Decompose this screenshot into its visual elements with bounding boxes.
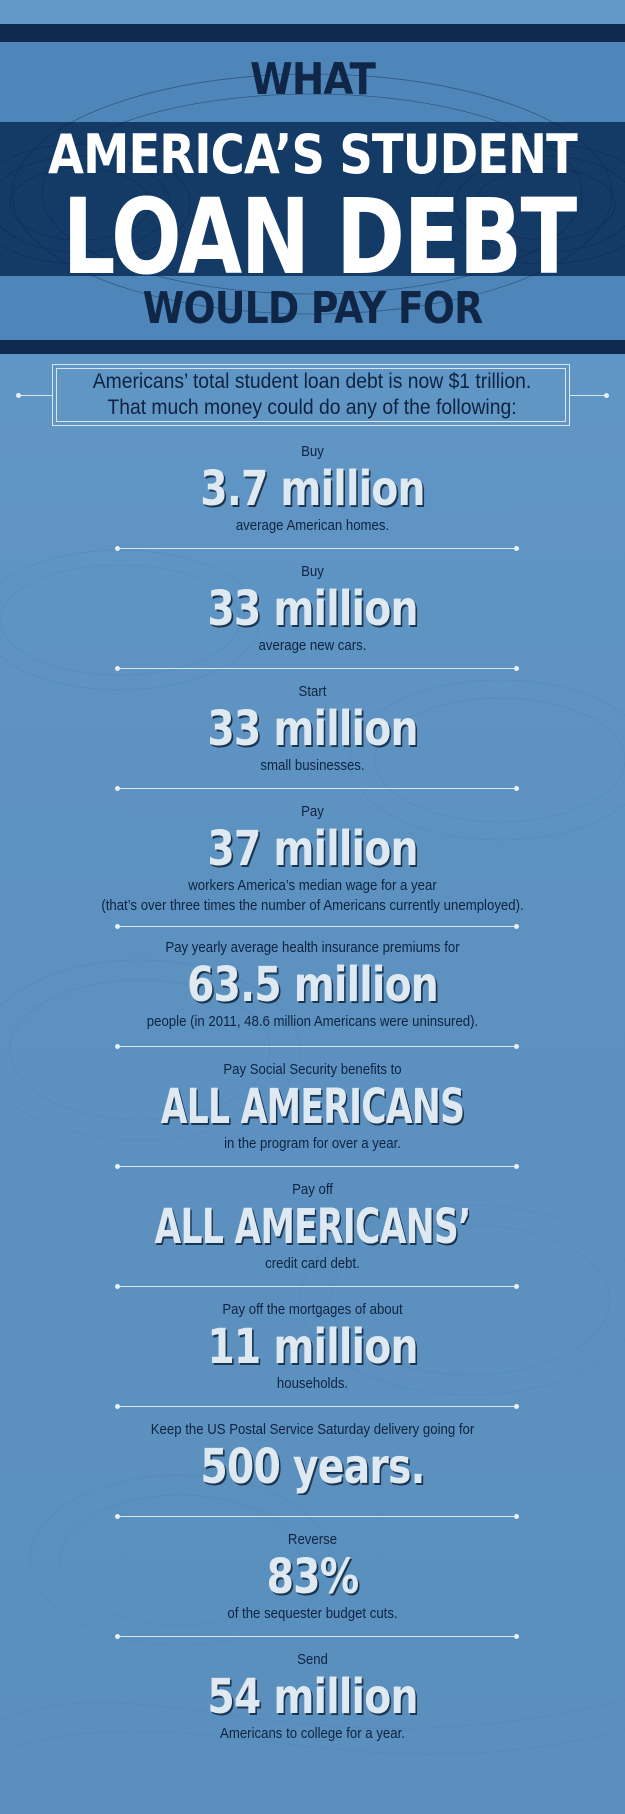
- title-line-would-pay-for: WOULD PAY FOR: [142, 283, 484, 334]
- title-line-what: WHAT: [250, 54, 376, 105]
- fact-post-note: (that’s over three times the number of A…: [101, 897, 524, 914]
- fact-item-businesses: Start 33 million small businesses.: [40, 682, 585, 776]
- title-line-loan-debt: LOAN DEBT: [62, 176, 578, 298]
- fact-post: small businesses.: [260, 757, 365, 774]
- fact-post: workers America’s median wage for a year: [188, 877, 437, 894]
- fact-pre: Pay off the mortgages of about: [222, 1301, 403, 1318]
- fact-post: Americans to college for a year.: [220, 1725, 405, 1742]
- fact-figure: 500 years.: [200, 1439, 425, 1495]
- fact-item-credit-card: Pay off ALL AMERICANS’ credit card debt.: [40, 1180, 585, 1274]
- divider: [115, 1284, 519, 1289]
- fact-figure: ALL AMERICANS’: [154, 1199, 471, 1255]
- intro-line-2: That much money could do any of the foll…: [107, 396, 517, 419]
- fact-pre: Pay off: [292, 1181, 333, 1198]
- fact-figure: 11 million: [207, 1319, 418, 1375]
- intro-box: Americans’ total student loan debt is no…: [52, 364, 570, 426]
- fact-post: in the program for over a year.: [224, 1135, 401, 1152]
- fact-item-sequester: Reverse 83% of the sequester budget cuts…: [40, 1530, 585, 1624]
- fact-item-college: Send 54 million Americans to college for…: [40, 1650, 585, 1744]
- divider: [115, 1164, 519, 1169]
- fact-figure: 33 million: [207, 701, 418, 757]
- divider: [115, 786, 519, 791]
- intro-rule-dot-right: [604, 393, 609, 398]
- fact-post: people (in 2011, 48.6 million Americans …: [146, 1013, 479, 1030]
- fact-pre: Keep the US Postal Service Saturday deli…: [150, 1421, 475, 1438]
- fact-item-health-insurance: Pay yearly average health insurance prem…: [40, 938, 585, 1032]
- fact-pre: Start: [298, 683, 327, 700]
- fact-post: average American homes.: [235, 517, 390, 534]
- title-banner: WHAT AMERICA’S STUDENT LOAN DEBT WOULD P…: [0, 24, 625, 354]
- intro-text: Americans’ total student loan debt is no…: [74, 369, 551, 421]
- infographic-page: WHAT AMERICA’S STUDENT LOAN DEBT WOULD P…: [0, 0, 625, 1814]
- fact-item-homes: Buy 3.7 million average American homes.: [40, 442, 585, 536]
- fact-figure: 33 million: [207, 581, 418, 637]
- divider: [115, 1404, 519, 1409]
- divider: [115, 666, 519, 671]
- divider: [115, 924, 519, 929]
- fact-item-wages: Pay 37 million workers America’s median …: [40, 802, 585, 916]
- fact-pre: Reverse: [287, 1531, 338, 1548]
- fact-pre: Buy: [301, 563, 324, 580]
- intro-rule-left: [18, 395, 52, 396]
- fact-figure: 3.7 million: [200, 461, 425, 517]
- fact-item-social-security: Pay Social Security benefits to ALL AMER…: [40, 1060, 585, 1154]
- divider: [115, 1044, 519, 1049]
- fact-pre: Pay Social Security benefits to: [223, 1061, 402, 1078]
- fact-figure: ALL AMERICANS: [160, 1079, 465, 1135]
- fact-figure: 37 million: [207, 821, 418, 877]
- fact-pre: Pay: [301, 803, 324, 820]
- fact-post: average new cars.: [258, 637, 367, 654]
- divider: [115, 546, 519, 551]
- intro-rule-dot-left: [16, 393, 21, 398]
- fact-item-postal-service: Keep the US Postal Service Saturday deli…: [40, 1420, 585, 1494]
- fact-post: of the sequester budget cuts.: [227, 1605, 398, 1622]
- fact-figure: 83%: [266, 1549, 360, 1605]
- fact-pre: Send: [297, 1651, 328, 1668]
- fact-item-mortgages: Pay off the mortgages of about 11 millio…: [40, 1300, 585, 1394]
- fact-pre: Pay yearly average health insurance prem…: [165, 939, 460, 956]
- fact-figure: 54 million: [207, 1669, 418, 1725]
- fact-post: credit card debt.: [265, 1255, 360, 1272]
- fact-figure: 63.5 million: [186, 957, 439, 1013]
- fact-post: households.: [276, 1375, 349, 1392]
- intro-line-1: Americans’ total student loan debt is no…: [92, 370, 532, 393]
- fact-item-cars: Buy 33 million average new cars.: [40, 562, 585, 656]
- divider: [115, 1634, 519, 1639]
- intro-rule-right: [570, 395, 606, 396]
- divider: [115, 1514, 519, 1519]
- fact-pre: Buy: [301, 443, 324, 460]
